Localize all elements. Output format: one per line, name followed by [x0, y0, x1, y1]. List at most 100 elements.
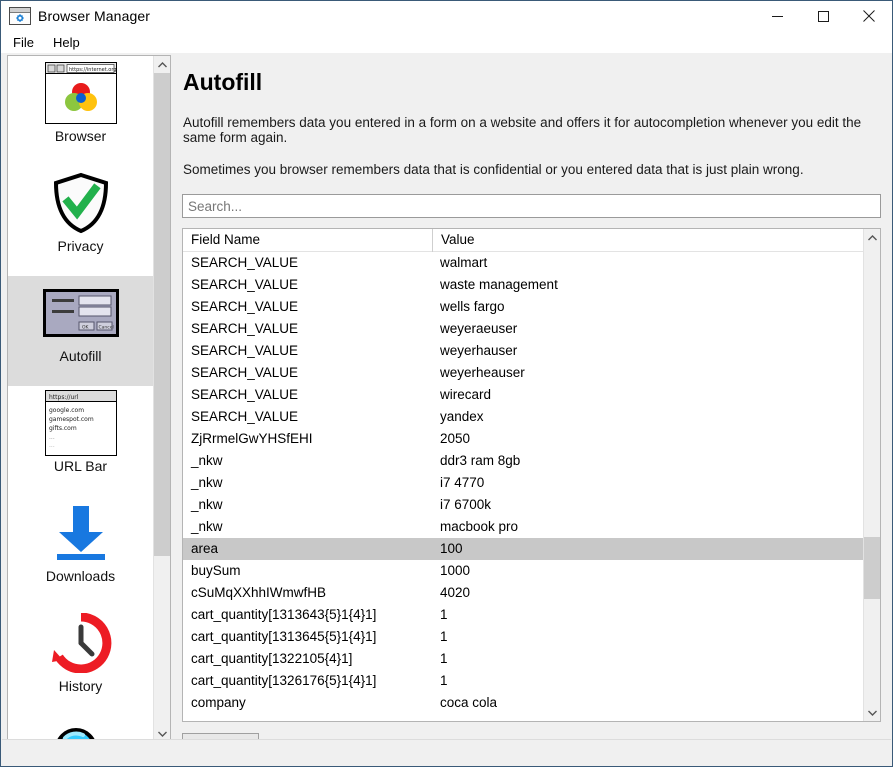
- table-row[interactable]: _nkw i7 6700k: [183, 494, 863, 516]
- table-row[interactable]: SEARCH_VALUE yandex: [183, 406, 863, 428]
- svg-text:https://url: https://url: [49, 394, 79, 401]
- cell-value: ddr3 ram 8gb: [440, 453, 521, 468]
- close-button[interactable]: [846, 1, 892, 31]
- svg-text:https://internet.org: https://internet.org: [69, 67, 116, 73]
- cell-field-name: cSuMqXXhhIWmwfHB: [191, 585, 327, 600]
- table-row[interactable]: SEARCH_VALUE walmart: [183, 252, 863, 274]
- table-scrollbar-thumb[interactable]: [864, 537, 880, 599]
- table-header-row: Field Name Value: [183, 229, 863, 252]
- chevron-up-icon[interactable]: [864, 229, 880, 246]
- description-paragraph-2: Sometimes you browser remembers data tha…: [183, 162, 804, 177]
- sidebar-item-url-bar[interactable]: https://url google.com gamespot.com gift…: [8, 386, 153, 496]
- cell-field-name: area: [191, 541, 219, 556]
- table-row[interactable]: area 100: [183, 538, 863, 560]
- search-box[interactable]: [182, 194, 881, 218]
- sidebar-item-downloads[interactable]: Downloads: [8, 496, 153, 606]
- cell-value: yandex: [440, 409, 484, 424]
- search-input[interactable]: [188, 198, 875, 214]
- table-row[interactable]: SEARCH_VALUE weyerheauser: [183, 362, 863, 384]
- autofill-table: Field Name Value SEARCH_VALUE walmart SEAR…: [182, 228, 881, 722]
- cell-value: i7 6700k: [440, 497, 492, 512]
- sidebar-scrollbar[interactable]: [153, 56, 170, 742]
- cell-field-name: ZjRrmelGwYHSfEHI: [191, 431, 313, 446]
- table-row[interactable]: cSuMqXXhhIWmwfHB 4020: [183, 582, 863, 604]
- table-row[interactable]: _nkw ddr3 ram 8gb: [183, 450, 863, 472]
- sidebar-item-autofill[interactable]: OK Cancel Autofill: [8, 276, 153, 386]
- chevron-up-icon[interactable]: [154, 56, 170, 73]
- svg-text:gifts.com: gifts.com: [49, 425, 77, 432]
- cell-value: weyerheauser: [440, 365, 525, 380]
- window-title: Browser Manager: [38, 8, 150, 24]
- minimize-button[interactable]: [754, 1, 800, 31]
- table-row[interactable]: cart_quantity[1313643{5}1{4}1] 1: [183, 604, 863, 626]
- sidebar: https://internet.org Browser Privacy OK …: [7, 55, 171, 743]
- cell-value: walmart: [440, 255, 488, 270]
- table-row[interactable]: SEARCH_VALUE wirecard: [183, 384, 863, 406]
- description-paragraph-1: Autofill remembers data you entered in a…: [183, 115, 862, 145]
- cell-value: 100: [440, 541, 463, 556]
- svg-text:...: ...: [49, 434, 55, 441]
- url-suggestions-icon: https://url google.com gamespot.com gift…: [44, 390, 117, 456]
- sidebar-item-privacy[interactable]: Privacy: [8, 166, 153, 276]
- gear-icon: [16, 14, 24, 22]
- browser-window-icon: https://internet.org: [44, 60, 117, 126]
- cell-field-name: SEARCH_VALUE: [191, 409, 299, 424]
- table-row[interactable]: SEARCH_VALUE waste management: [183, 274, 863, 296]
- table-row[interactable]: cart_quantity[1313645{5}1{4}1] 1: [183, 626, 863, 648]
- chevron-down-icon[interactable]: [864, 704, 880, 721]
- table-row[interactable]: cart_quantity[1322105{4}1] 1: [183, 648, 863, 670]
- table-row[interactable]: _nkw i7 4770: [183, 472, 863, 494]
- table-row[interactable]: company coca cola: [183, 692, 863, 714]
- maximize-icon: [817, 10, 829, 22]
- sidebar-scrollbar-thumb[interactable]: [154, 73, 170, 556]
- table-row[interactable]: cart_quantity[1326176{5}1{4}1] 1: [183, 670, 863, 692]
- cell-field-name: SEARCH_VALUE: [191, 321, 299, 336]
- minimize-icon: [771, 15, 783, 17]
- cell-field-name: cart_quantity[1322105{4}1]: [191, 651, 353, 666]
- menu-item-file[interactable]: File: [9, 33, 43, 52]
- column-header-value[interactable]: Value: [432, 229, 863, 252]
- clock-history-icon: [50, 610, 112, 676]
- cell-value: 1000: [440, 563, 471, 578]
- cell-value: 4020: [440, 585, 471, 600]
- cell-field-name: cart_quantity[1313645{5}1{4}1]: [191, 629, 377, 644]
- cell-value: 1: [440, 651, 448, 666]
- maximize-button[interactable]: [800, 1, 846, 31]
- table-row[interactable]: ZjRrmelGwYHSfEHI 2050: [183, 428, 863, 450]
- cell-value: wirecard: [440, 387, 492, 402]
- table-row[interactable]: _nkw macbook pro: [183, 516, 863, 538]
- table-body: SEARCH_VALUE walmart SEARCH_VALUE waste man…: [183, 252, 863, 721]
- sidebar-item-history[interactable]: History: [8, 606, 153, 716]
- svg-text:OK: OK: [82, 325, 90, 331]
- svg-text:...: ...: [49, 442, 55, 449]
- close-icon: [863, 10, 875, 22]
- cell-field-name: _nkw: [191, 453, 223, 468]
- cell-field-name: SEARCH_VALUE: [191, 277, 299, 292]
- sidebar-item-label: Browser: [54, 128, 107, 144]
- cell-field-name: SEARCH_VALUE: [191, 299, 299, 314]
- cell-field-name: SEARCH_VALUE: [191, 255, 299, 270]
- menu-item-help[interactable]: Help: [49, 33, 89, 52]
- status-bar: [2, 739, 891, 765]
- table-row[interactable]: SEARCH_VALUE wells fargo: [183, 296, 863, 318]
- cell-field-name: _nkw: [191, 519, 223, 534]
- download-arrow-icon: [51, 500, 111, 566]
- cell-field-name: _nkw: [191, 475, 223, 490]
- cell-field-name: cart_quantity[1326176{5}1{4}1]: [191, 673, 377, 688]
- sidebar-item-browser[interactable]: https://internet.org Browser: [8, 56, 153, 166]
- table-row[interactable]: SEARCH_VALUE weyeraeuser: [183, 318, 863, 340]
- column-header-field-name[interactable]: Field Name: [183, 229, 432, 252]
- title-bar: Browser Manager: [1, 1, 892, 31]
- cell-value: 2050: [440, 431, 471, 446]
- table-scrollbar[interactable]: [863, 229, 880, 721]
- window-controls: [754, 1, 892, 31]
- page-title: Autofill: [183, 69, 263, 95]
- table-row[interactable]: SEARCH_VALUE weyerhauser: [183, 340, 863, 362]
- cell-value: waste management: [440, 277, 558, 292]
- sidebar-item-label: URL Bar: [53, 458, 108, 474]
- gear-window-icon: [9, 7, 31, 25]
- cell-field-name: SEARCH_VALUE: [191, 365, 299, 380]
- cell-value: 1: [440, 607, 448, 622]
- table-row[interactable]: buySum 1000: [183, 560, 863, 582]
- cell-value: coca cola: [440, 695, 498, 710]
